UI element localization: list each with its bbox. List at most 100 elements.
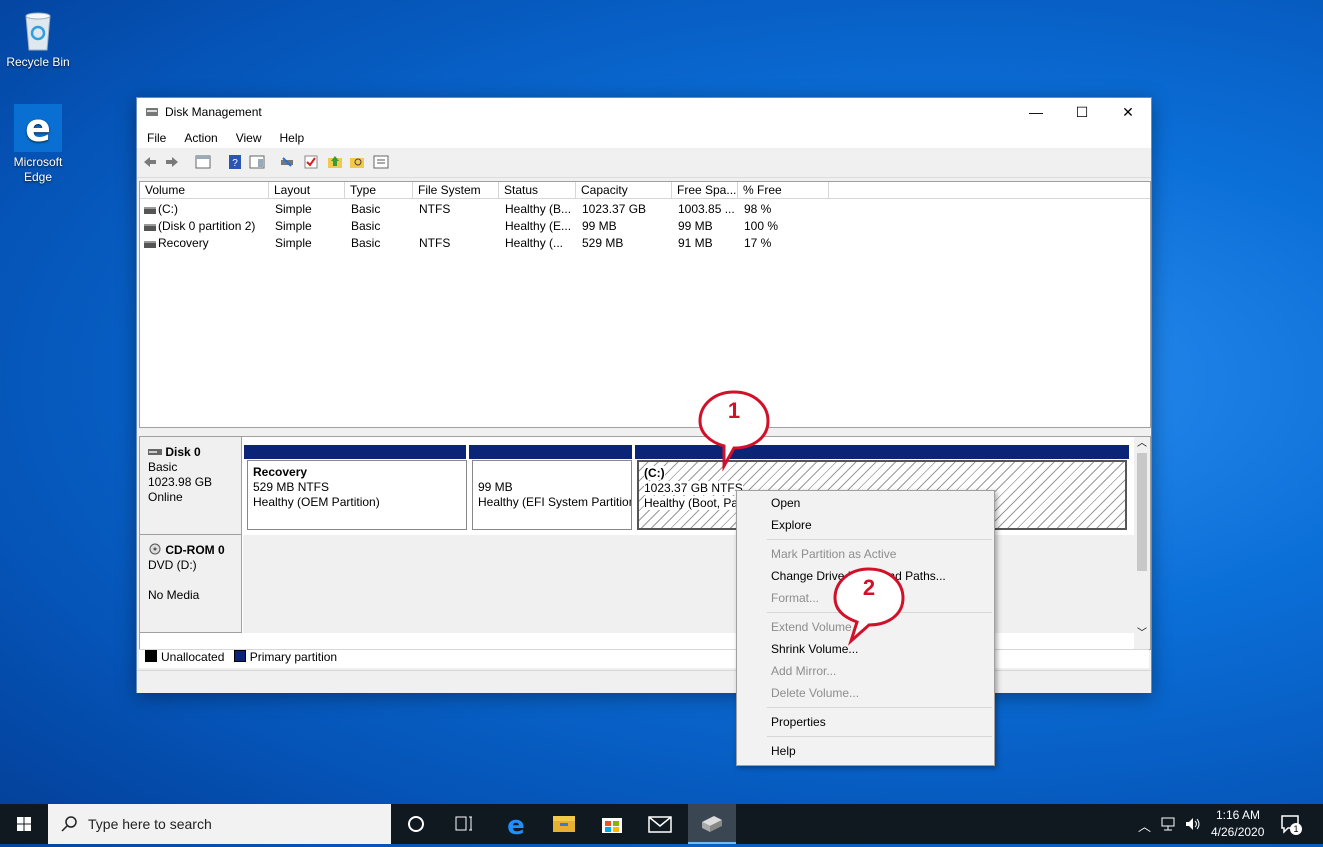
disk-0-status: Online (148, 490, 183, 504)
context-menu-item-add-mirror: Add Mirror... (771, 664, 837, 678)
disk-0-name: Disk 0 (165, 445, 201, 459)
cdrom-0-label[interactable]: CD-ROM 0 DVD (D:) No Media (140, 535, 242, 633)
title-bar[interactable]: Disk Management — ☐ ✕ (137, 98, 1151, 128)
volume-list: Volume Layout Type File System Status Ca… (139, 181, 1151, 428)
desktop-icon-edge[interactable]: e Microsoft Edge (0, 104, 76, 185)
desktop-icon-label: Recycle Bin (6, 55, 70, 69)
up-folder-icon[interactable] (327, 154, 343, 170)
menu-help[interactable]: Help (270, 128, 313, 148)
windows-logo-icon (17, 817, 31, 831)
minimize-button[interactable]: — (1013, 98, 1059, 128)
disk-view-scrollbar[interactable]: ︿ ﹀ (1134, 437, 1150, 649)
partition-status: Healthy (EFI System Partition) (478, 495, 632, 509)
partition-size: 529 MB NTFS (253, 480, 330, 494)
desktop-icon-recycle-bin[interactable]: Recycle Bin (0, 8, 76, 70)
clock-time[interactable]: 1:16 AM (1216, 808, 1260, 822)
callout-2: 2 (833, 565, 905, 646)
disk-management-icon (702, 816, 722, 832)
legend: Unallocated Primary partition (139, 649, 1149, 668)
context-menu-item-help[interactable]: Help (771, 741, 796, 761)
connect-virtual-disk-icon[interactable] (279, 154, 295, 170)
forward-icon[interactable] (164, 154, 180, 170)
context-menu-item-explore[interactable]: Explore (771, 515, 812, 535)
cdrom-0-blank (148, 573, 151, 587)
maximize-button[interactable]: ☐ (1059, 98, 1105, 128)
edge-icon: e (14, 104, 62, 152)
table-cell: 100 % (744, 219, 779, 233)
table-cell[interactable]: (Disk 0 partition 2) (158, 218, 255, 235)
column-header-filler (829, 182, 1150, 199)
legend-unallocated: Unallocated (161, 650, 225, 664)
column-header-file-system[interactable]: File System (413, 182, 499, 199)
task-view-button[interactable] (440, 804, 488, 844)
back-icon[interactable] (142, 154, 158, 170)
network-icon[interactable] (1160, 816, 1178, 832)
column-header-layout[interactable]: Layout (269, 182, 345, 199)
partition-size: 1023.37 GB NTFS (644, 481, 743, 495)
properties-icon[interactable] (373, 154, 389, 170)
taskbar-edge[interactable]: e (492, 804, 540, 844)
table-cell: Healthy (... (505, 236, 564, 250)
menu-bar: File Action View Help (137, 128, 1151, 148)
taskbar-disk-management[interactable] (688, 804, 736, 844)
show-hidden-icons-chevron-icon[interactable]: ︿ (1138, 816, 1151, 835)
menu-view[interactable]: View (226, 128, 270, 148)
search-folder-icon[interactable] (349, 154, 365, 170)
show-hide-action-pane-icon[interactable] (249, 154, 265, 170)
cortana-button[interactable] (392, 804, 440, 844)
context-menu-separator (767, 539, 992, 540)
svg-text:e: e (25, 106, 51, 150)
legend-swatch-primary (233, 650, 246, 662)
cdrom-0-drive: DVD (D:) (148, 558, 197, 572)
show-hide-console-tree-icon[interactable] (195, 154, 211, 170)
column-header-status[interactable]: Status (499, 182, 576, 199)
disk-0-label[interactable]: Disk 0 Basic 1023.98 GB Online (140, 437, 242, 535)
volume-drive-icon (144, 224, 156, 231)
volume-drive-icon (144, 207, 156, 214)
table-cell: NTFS (419, 236, 451, 250)
volume-drive-icon (144, 241, 156, 248)
table-cell[interactable]: Recovery (158, 235, 209, 252)
start-button[interactable] (0, 804, 48, 844)
desktop-icon-label: Microsoft Edge (13, 155, 63, 184)
context-menu-item-open[interactable]: Open (771, 493, 800, 513)
taskbar-search-box[interactable]: Type here to search (48, 804, 391, 844)
volume-icon[interactable] (1184, 816, 1202, 832)
edge-icon: e (507, 811, 525, 841)
mail-icon (648, 816, 672, 833)
partition-efi[interactable]: 99 MB Healthy (EFI System Partition) (472, 460, 632, 530)
table-cell: Simple (275, 202, 312, 216)
taskbar-mail[interactable] (636, 804, 684, 844)
action-center-button[interactable]: 1 (1280, 812, 1308, 838)
window-title: Disk Management (165, 105, 262, 119)
store-icon (602, 818, 622, 833)
partition-recovery[interactable]: Recovery 529 MB NTFS Healthy (OEM Partit… (247, 460, 467, 530)
help-icon[interactable]: ? (227, 154, 243, 170)
table-cell: 1003.85 ... (678, 202, 735, 216)
column-header-volume[interactable]: Volume (140, 182, 269, 199)
column-header-capacity[interactable]: Capacity (576, 182, 672, 199)
folder-icon (553, 816, 575, 832)
menu-file[interactable]: File (137, 128, 174, 148)
taskbar: Type here to search e ︿ 1:16 AM 4/26/202… (0, 804, 1323, 844)
context-menu-item-properties[interactable]: Properties (771, 712, 826, 732)
svg-text:?: ? (232, 158, 238, 169)
task-view-icon (455, 816, 472, 831)
table-cell[interactable]: (C:) (158, 201, 178, 218)
menu-action[interactable]: Action (174, 128, 225, 148)
clock-date[interactable]: 4/26/2020 (1211, 825, 1264, 839)
taskbar-file-explorer[interactable] (540, 804, 588, 844)
column-header-type[interactable]: Type (345, 182, 413, 199)
scroll-down-arrow[interactable]: ﹀ (1134, 627, 1150, 641)
status-bar (137, 670, 1151, 693)
disk-management-app-icon (146, 108, 158, 116)
taskbar-store[interactable] (588, 804, 636, 844)
callout-1-number: 1 (727, 398, 741, 423)
scroll-thumb[interactable] (1137, 453, 1147, 571)
close-button[interactable]: ✕ (1105, 98, 1151, 128)
check-icon[interactable] (303, 154, 319, 170)
column-header-free-space[interactable]: Free Spa... (672, 182, 738, 199)
scroll-up-arrow[interactable]: ︿ (1134, 437, 1150, 451)
column-header-percent-free[interactable]: % Free (738, 182, 829, 199)
table-cell: 99 MB (582, 219, 617, 233)
